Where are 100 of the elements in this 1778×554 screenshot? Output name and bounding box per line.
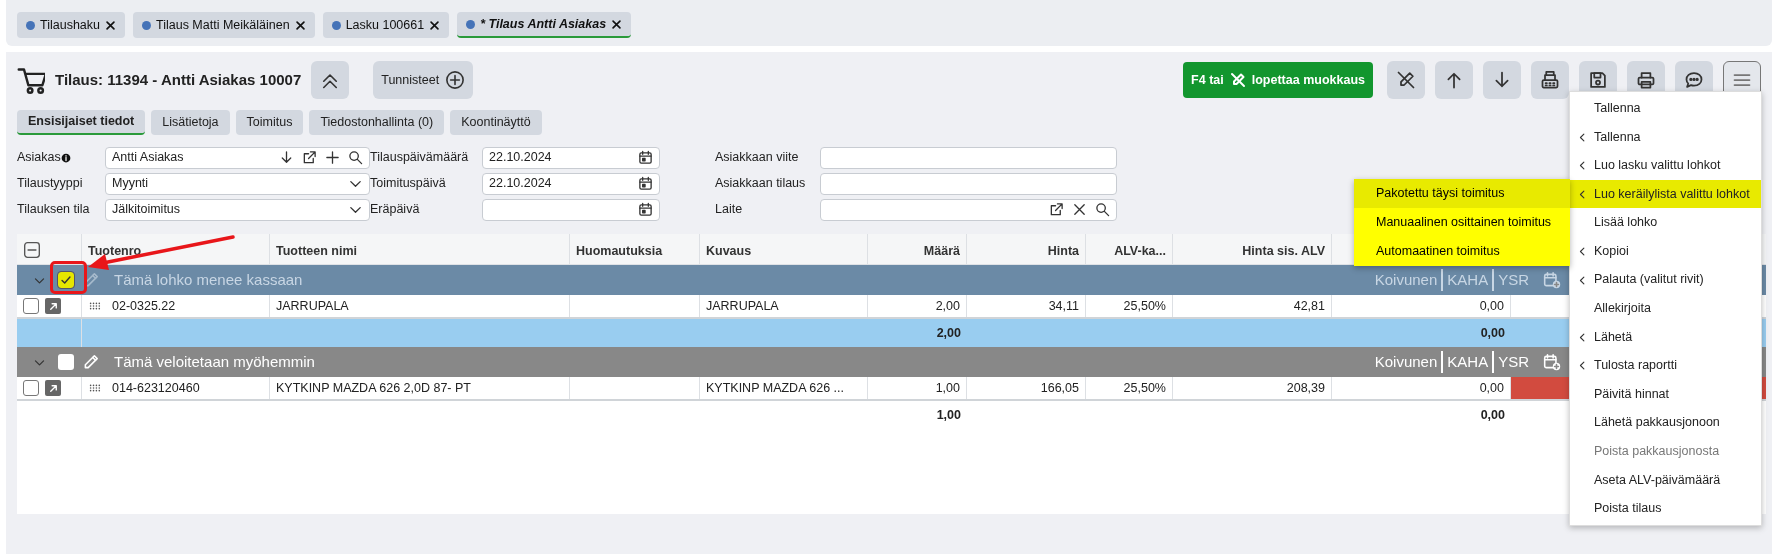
input-field[interactable] xyxy=(820,198,1117,221)
document-tab[interactable]: Tilaus Matti Meikäläinen xyxy=(133,12,315,38)
date-field[interactable] xyxy=(482,198,660,221)
column-header[interactable]: ALV-ka... xyxy=(1114,244,1166,258)
menu-item[interactable]: Luo lasku valittu lohkot xyxy=(1570,151,1761,180)
stop-editing-button[interactable]: F4 tai lopettaa muokkaus xyxy=(1183,62,1373,98)
document-tab[interactable]: * Tilaus Antti Asiakas xyxy=(457,12,632,38)
menu-item[interactable]: Luo keräilylista valittu lohkot xyxy=(1570,179,1761,209)
calendar-icon[interactable] xyxy=(638,150,653,165)
table-cell-text: 25,50% xyxy=(1123,297,1166,315)
menu-item[interactable]: Poista tilaus xyxy=(1570,494,1761,523)
total-cell-text: 1,00 xyxy=(936,406,961,424)
check-icon xyxy=(59,273,73,287)
input-field[interactable] xyxy=(820,146,1117,169)
calendar-icon[interactable] xyxy=(638,176,653,191)
open-link-icon[interactable] xyxy=(1049,202,1064,217)
select-field[interactable]: Jälkitoimitus xyxy=(105,198,370,221)
menu-item[interactable]: Lähetä pakkausjonoon xyxy=(1570,408,1761,438)
menu-item[interactable]: Lisää lohko xyxy=(1570,208,1761,237)
menu-item[interactable]: Kopioi xyxy=(1570,236,1761,266)
section-tab[interactable]: Koontinäyttö xyxy=(450,110,542,135)
section-tab[interactable]: Tiedostonhallinta (0) xyxy=(309,110,445,135)
input-field[interactable] xyxy=(820,172,1117,195)
row-checkbox[interactable] xyxy=(23,380,39,396)
column-header[interactable]: Huomautuksia xyxy=(576,244,663,258)
row-checkbox[interactable] xyxy=(23,298,39,314)
arrow-up-right-icon xyxy=(47,382,59,394)
tags-button[interactable]: Tunnisteet xyxy=(373,61,474,99)
menu-item[interactable]: Tallenna xyxy=(1570,94,1761,123)
calendar-add-icon[interactable] xyxy=(1543,353,1561,371)
close-icon[interactable] xyxy=(294,19,306,31)
document-tab[interactable]: Lasku 100661 xyxy=(322,12,450,38)
cash-register-button[interactable] xyxy=(1531,61,1569,99)
print-icon[interactable] xyxy=(1636,70,1656,90)
document-tab[interactable]: Tilaushaku xyxy=(17,12,125,38)
column-header[interactable]: Hinta xyxy=(1047,244,1079,258)
close-icon[interactable] xyxy=(611,18,623,30)
column-header[interactable]: Tuotteen nimi xyxy=(276,244,357,258)
group-tag: Koivunen xyxy=(1370,350,1444,374)
input-field[interactable]: Antti Asiakas xyxy=(105,146,370,169)
submenu-item[interactable]: Manuaalinen osittainen toimitus xyxy=(1354,207,1570,237)
menu-item[interactable]: Tallenna xyxy=(1570,122,1761,152)
open-link-icon[interactable] xyxy=(302,150,317,165)
collapse-button[interactable] xyxy=(311,61,350,99)
group-tag: YSR xyxy=(1494,268,1533,292)
arrow-up-button[interactable] xyxy=(1435,61,1473,99)
pencil-off-button[interactable] xyxy=(1387,61,1425,99)
column-header[interactable]: Kuvaus xyxy=(706,244,752,258)
highlight-box xyxy=(50,261,87,294)
search-icon[interactable] xyxy=(1095,202,1110,217)
submenu-item[interactable]: Automaatinen toimitus xyxy=(1354,236,1570,266)
date-field[interactable]: 22.10.2024 xyxy=(482,172,660,195)
save-icon[interactable] xyxy=(1588,70,1608,90)
menu-item[interactable]: Tulosta raportti xyxy=(1570,351,1761,380)
field-label: Asiakkaan tilaus xyxy=(715,175,806,193)
submenu-item[interactable]: Pakotettu täysi toimitus xyxy=(1354,178,1570,208)
status-dot xyxy=(142,20,151,30)
group-checkbox[interactable] xyxy=(58,354,74,370)
close-icon[interactable] xyxy=(1072,202,1087,217)
group-tag: KAHA xyxy=(1443,350,1495,374)
select-all-checkbox[interactable] xyxy=(23,240,41,259)
column-header[interactable]: Hinta sis. ALV xyxy=(1242,244,1325,258)
table-cell-text: KYTKINP MAZDA 626 2,0D 87- PT xyxy=(276,379,471,397)
select-field[interactable]: Myynti xyxy=(105,172,370,195)
cash-register-icon[interactable] xyxy=(1540,70,1560,90)
section-tab[interactable]: Ensisijaiset tiedot xyxy=(17,110,146,135)
plus-icon[interactable] xyxy=(325,150,340,165)
date-field[interactable]: 22.10.2024 xyxy=(482,146,660,169)
group-tag: Koivunen xyxy=(1370,268,1444,292)
column-header[interactable]: Tuotenro xyxy=(88,244,142,258)
menu-item[interactable]: Aseta ALV-päivämäärä xyxy=(1570,465,1761,495)
menu-item[interactable]: Palauta (valitut rivit) xyxy=(1570,265,1761,295)
table-cell-text: 014-623120460 xyxy=(112,379,200,397)
close-icon[interactable] xyxy=(429,19,441,31)
arrow-down-icon[interactable] xyxy=(279,150,294,165)
column-header[interactable]: Määrä xyxy=(923,244,960,258)
order-title: Tilaus: 11394 - Antti Asiakas 10007 xyxy=(55,69,302,90)
table-cell-text: KYTKINP MAZDA 626 ... xyxy=(706,379,844,397)
close-icon[interactable] xyxy=(105,19,116,31)
plus-circle-icon xyxy=(445,70,466,90)
field-label: Eräpäivä xyxy=(370,201,420,219)
calendar-add-icon[interactable] xyxy=(1543,271,1561,289)
pencil-off-icon[interactable] xyxy=(1396,70,1416,90)
arrow-down-button[interactable] xyxy=(1483,61,1521,99)
section-tab[interactable]: Lisätietoja xyxy=(151,110,230,135)
group-checkbox[interactable] xyxy=(58,272,74,288)
section-tab[interactable]: Toimitus xyxy=(235,110,304,135)
field-label: Asiakkaan viite xyxy=(715,149,799,167)
field-label: Tilauksen tila xyxy=(17,201,90,219)
search-icon[interactable] xyxy=(348,150,363,165)
comment-icon[interactable] xyxy=(1684,70,1704,90)
group-tag: KAHA xyxy=(1443,268,1495,292)
pencil-icon[interactable] xyxy=(82,353,100,371)
open-row-button[interactable] xyxy=(45,380,61,396)
calendar-icon[interactable] xyxy=(638,202,653,217)
menu-item[interactable]: Allekirjoita xyxy=(1570,294,1761,323)
open-row-button[interactable] xyxy=(45,298,61,314)
cart-icon xyxy=(17,66,45,94)
table-cell-text: 0,00 xyxy=(1479,297,1504,315)
menu-item[interactable]: Päivitä hinnat xyxy=(1570,379,1761,409)
